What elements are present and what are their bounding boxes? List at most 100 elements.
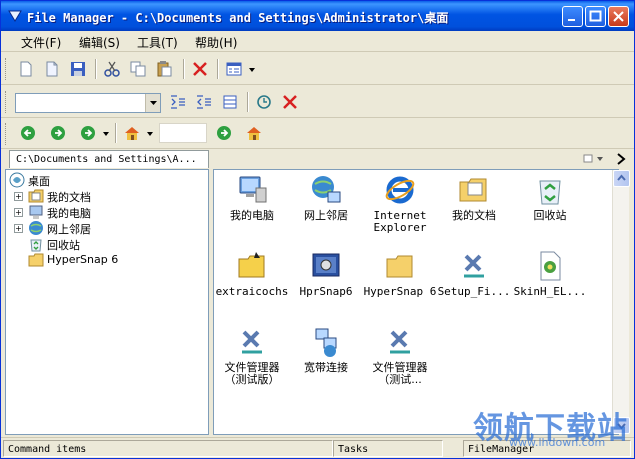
view-list-icon <box>226 62 242 76</box>
close-icon <box>613 11 624 22</box>
list-view-button[interactable] <box>219 91 241 113</box>
tree-expand-toggle[interactable]: + <box>14 192 23 201</box>
maximize-button[interactable] <box>585 6 606 27</box>
new-file-button[interactable] <box>15 58 37 80</box>
tree-expand-toggle[interactable]: + <box>14 224 23 233</box>
save-button[interactable] <box>67 58 89 80</box>
vertical-scrollbar[interactable] <box>612 170 630 434</box>
tree-item-recycle-bin[interactable]: 回收站 <box>28 236 178 252</box>
view-mode-button[interactable] <box>223 58 259 80</box>
arrow-right-icon <box>217 126 231 140</box>
paste-icon <box>157 61 172 77</box>
delete-x-icon <box>283 95 297 109</box>
setup-icon <box>242 330 262 354</box>
setup-icon <box>390 330 410 354</box>
my-computer-icon <box>239 176 267 203</box>
file-item-internet-explorer[interactable]: Internet Explorer <box>362 174 438 244</box>
go-home-button[interactable] <box>243 122 265 144</box>
tab-list-icon[interactable] <box>583 153 605 165</box>
tree-item-hypersnap[interactable]: HyperSnap 6 <box>28 252 178 268</box>
home-icon <box>247 127 261 140</box>
file-item-setup[interactable]: Setup_Fi... <box>436 250 512 320</box>
menu-tools[interactable]: 工具(T) <box>137 34 178 51</box>
back-button[interactable] <box>17 122 39 144</box>
my-documents-icon <box>28 189 44 203</box>
forward-button[interactable] <box>47 122 69 144</box>
file-item-my-computer[interactable]: 我的电脑 <box>214 174 290 244</box>
filter-combobox[interactable] <box>15 93 161 113</box>
open-button[interactable] <box>41 58 63 80</box>
ie-icon <box>385 176 415 204</box>
scroll-up-button[interactable] <box>613 170 630 187</box>
file-item-hypersnap-folder[interactable]: HyperSnap 6 <box>362 250 438 320</box>
file-item-extraicochs[interactable]: extraicochs <box>214 250 290 320</box>
go-button[interactable] <box>213 122 235 144</box>
toolbar-grip[interactable] <box>5 123 8 145</box>
copy-button[interactable] <box>127 58 149 80</box>
paste-button[interactable] <box>153 58 175 80</box>
file-manager-window: File Manager - C:\Documents and Settings… <box>0 0 635 459</box>
chevron-down-icon <box>150 101 157 105</box>
chevron-down-icon <box>249 68 255 72</box>
close-button[interactable] <box>608 6 629 27</box>
folder-icon <box>238 252 265 278</box>
cut-button[interactable] <box>101 58 123 80</box>
tree-item-my-computer[interactable]: 我的电脑 <box>28 204 178 220</box>
menu-edit[interactable]: 编辑(S) <box>79 34 120 51</box>
recycle-bin-icon <box>30 239 42 252</box>
file-item-my-documents[interactable]: 我的文档 <box>436 174 512 244</box>
file-item-file-manager-beta[interactable]: 文件管理器（测试版） <box>214 326 290 396</box>
document-icon <box>46 61 58 77</box>
tree-expand-toggle[interactable]: + <box>14 208 23 217</box>
tab-current-path[interactable]: C:\Documents and Settings\A... <box>9 150 209 168</box>
folder-icon <box>386 255 413 278</box>
align-right-icon <box>197 95 211 109</box>
main-toolbar <box>1 53 634 85</box>
window-title: File Manager - C:\Documents and Settings… <box>27 11 449 25</box>
app-icon <box>8 10 22 22</box>
delete-button[interactable] <box>189 58 211 80</box>
my-documents-icon <box>459 178 487 202</box>
toolbar-grip[interactable] <box>5 58 8 80</box>
chevron-right-icon[interactable] <box>615 152 627 166</box>
tree-item-my-documents[interactable]: 我的文档 <box>28 188 178 204</box>
align-left-icon <box>171 95 185 109</box>
title-bar[interactable]: File Manager - C:\Documents and Settings… <box>1 1 634 31</box>
minimize-button[interactable] <box>562 6 583 27</box>
arrow-left-icon <box>21 126 35 140</box>
tab-strip: C:\Documents and Settings\A... <box>1 149 634 169</box>
chevron-down-icon <box>147 132 153 136</box>
file-item-recycle-bin[interactable]: 回收站 <box>512 174 588 244</box>
arrow-right-icon <box>81 126 95 140</box>
file-item-skinh[interactable]: SkinH_EL... <box>512 250 588 320</box>
status-tasks: Tasks <box>333 440 443 457</box>
folder-icon <box>28 253 44 267</box>
home-icon <box>125 127 139 140</box>
menu-file[interactable]: 文件(F) <box>21 34 61 51</box>
history-button[interactable] <box>77 122 113 144</box>
indent-left-button[interactable] <box>167 91 189 113</box>
my-computer-icon <box>29 205 43 219</box>
broadband-icon <box>315 328 337 357</box>
refresh-button[interactable] <box>253 91 275 113</box>
toolbar-grip[interactable] <box>5 91 8 113</box>
combobox-dropdown-button[interactable] <box>145 94 160 112</box>
home-button[interactable] <box>121 122 157 144</box>
file-item-network[interactable]: 网上邻居 <box>288 174 364 244</box>
minimize-icon <box>568 19 575 21</box>
indent-right-button[interactable] <box>193 91 215 113</box>
file-item-broadband[interactable]: 宽带连接 <box>288 326 364 396</box>
address-input[interactable] <box>159 123 207 143</box>
menu-help[interactable]: 帮助(H) <box>195 34 237 51</box>
new-file-icon <box>20 61 32 77</box>
tree-item-desktop[interactable]: 桌面 <box>9 172 159 188</box>
menu-bar: 文件(F) 编辑(S) 工具(T) 帮助(H) <box>1 31 634 52</box>
file-item-hprsnap6[interactable]: HprSnap6 <box>288 250 364 320</box>
hypersnap-icon <box>312 253 340 277</box>
stop-button[interactable] <box>279 91 301 113</box>
tree-item-network[interactable]: 网上邻居 <box>28 220 178 236</box>
file-item-file-manager-test[interactable]: 文件管理器（测试... <box>362 326 438 396</box>
setup-icon <box>464 254 484 278</box>
network-icon <box>312 176 341 203</box>
delete-x-icon <box>193 62 207 76</box>
